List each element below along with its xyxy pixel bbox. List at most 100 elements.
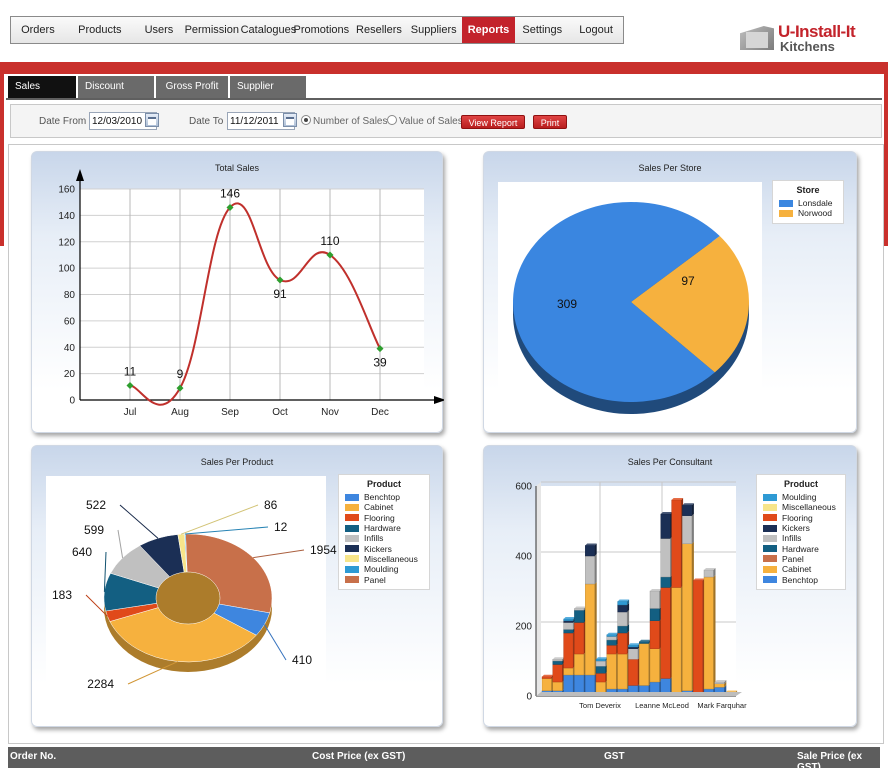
x-tick-label: Tom Deverix: [579, 701, 621, 710]
total-sales-chart: 0 20 40 60 80 100 120 140 160 Jul Aug Sep Oct Nov Dec 1…: [58, 169, 444, 418]
legend-label: Cabinet: [782, 564, 812, 575]
axis-floor: [536, 692, 742, 696]
legend-item: Cabinet: [345, 502, 423, 512]
bar-top: [574, 606, 586, 609]
legend-item: Benchtop: [763, 574, 839, 585]
bar-segment: [682, 515, 693, 544]
legend-item: Kickers: [763, 523, 839, 533]
date-to-label: Date To: [189, 116, 224, 127]
legend-item: Norwood: [779, 208, 837, 218]
date-from-label: Date From: [39, 116, 87, 127]
tab-sales-report[interactable]: Sales Report: [8, 76, 76, 114]
bar-segment: [649, 590, 660, 609]
legend-swatch: [763, 514, 777, 522]
bar-segment: [617, 601, 628, 606]
bar-segment: [703, 576, 714, 690]
bar-segment: [606, 634, 617, 637]
logo-line2: Kitchens: [780, 39, 835, 54]
column-gst[interactable]: GST: [604, 751, 625, 762]
data-label: 39: [373, 356, 387, 370]
nav-item-products[interactable]: Products: [65, 17, 135, 43]
value-of-sales-radio[interactable]: [387, 115, 397, 125]
x-tick-label: Nov: [321, 407, 339, 418]
bar-top: [563, 617, 576, 619]
legend-swatch: [779, 199, 793, 207]
report-tabs: Sales Report Discount Report Gross Profi…: [8, 76, 308, 114]
print-button[interactable]: Print: [533, 115, 567, 129]
orders-table-header: Order No. Cost Price (ex GST) GST Sale P…: [8, 747, 880, 768]
sales-per-product-panel: Sales Per Product 1954 410 2284 183 640 599 52…: [31, 445, 443, 727]
legend-title: Product: [366, 479, 401, 489]
bar-segment: [574, 608, 585, 611]
company-logo: U-Install-It Kitchens: [740, 22, 880, 56]
legend-swatch: [763, 555, 777, 563]
column-order-no[interactable]: Order No.: [10, 751, 56, 762]
bar-segment: [606, 636, 617, 641]
nav-item-resellers[interactable]: Resellers: [352, 17, 406, 43]
bar-top: [585, 543, 597, 546]
bar-segment: [660, 587, 671, 679]
bar-segment: [563, 622, 574, 630]
y-tick-label: 80: [64, 290, 76, 301]
legend-swatch: [763, 503, 777, 511]
legend-item: Hardware: [763, 543, 839, 554]
bar-top: [628, 643, 640, 646]
bar-segment: [617, 632, 628, 655]
bar-top: [617, 599, 630, 602]
bar-segment: [628, 648, 639, 660]
tab-discount-report[interactable]: Discount Report: [78, 76, 154, 114]
y-tick-label: 0: [526, 692, 532, 703]
data-label: 183: [52, 588, 72, 602]
product-legend: Product Benchtop Cabinet Flooring Hardware I…: [338, 474, 430, 590]
legend-item: Miscellaneous: [345, 554, 423, 564]
legend-swatch: [763, 524, 777, 532]
bar-top: [671, 498, 684, 500]
legend-swatch: [763, 576, 777, 584]
bar-segment: [682, 505, 693, 516]
number-of-sales-radio[interactable]: [301, 115, 311, 125]
nav-item-settings[interactable]: Settings: [515, 17, 569, 43]
legend-swatch: [763, 534, 777, 542]
bar-segment: [714, 681, 725, 684]
calendar-icon[interactable]: [283, 113, 297, 127]
legend-swatch: [763, 493, 777, 501]
nav-item-catalogues[interactable]: Catalogues: [241, 17, 297, 43]
column-sale-price[interactable]: Sale Price (ex GST): [797, 751, 880, 768]
bar-segment: [692, 580, 703, 697]
bar-segment: [541, 676, 552, 679]
y-tick-label: 120: [58, 237, 75, 248]
data-label: 86: [264, 498, 278, 512]
view-report-button[interactable]: View Report: [461, 115, 525, 129]
legend-swatch: [345, 524, 359, 532]
legend-label: Cabinet: [364, 502, 394, 513]
bar-segment: [617, 653, 628, 690]
y-axis-arrow: [76, 169, 84, 181]
column-cost-price[interactable]: Cost Price (ex GST): [312, 751, 405, 762]
data-label: 2284: [87, 677, 114, 691]
nav-item-logout[interactable]: Logout: [569, 17, 623, 43]
nav-item-suppliers[interactable]: Suppliers: [406, 17, 462, 43]
tab-supplier-report[interactable]: Supplier Report: [230, 76, 306, 114]
bar-segment: [574, 622, 585, 655]
legend-swatch: [763, 545, 777, 553]
x-tick-label: Dec: [371, 407, 389, 418]
nav-item-users[interactable]: Users: [135, 17, 183, 43]
calendar-icon[interactable]: [145, 113, 159, 127]
nav-item-permission[interactable]: Permission: [183, 17, 241, 43]
legend-swatch: [779, 209, 793, 217]
legend-swatch: [345, 576, 359, 584]
data-label: 110: [320, 234, 339, 248]
number-of-sales-label: Number of Sales: [313, 116, 388, 127]
bar-segment: [606, 645, 617, 655]
nav-item-reports[interactable]: Reports: [461, 17, 516, 43]
tab-gross-profit[interactable]: Gross Profit: [156, 76, 228, 98]
legend-label: Hardware: [782, 543, 819, 554]
legend-label: Panel: [364, 574, 386, 585]
nav-item-orders[interactable]: Orders: [11, 17, 65, 43]
x-tick-label: Oct: [272, 407, 288, 418]
bar-top: [596, 657, 608, 660]
bar-segment: [563, 632, 574, 669]
data-label: 97: [681, 274, 695, 288]
nav-item-promotions[interactable]: Promotions: [291, 17, 352, 43]
report-filter-bar: Date From Date To Number of Sales Value …: [10, 104, 882, 138]
